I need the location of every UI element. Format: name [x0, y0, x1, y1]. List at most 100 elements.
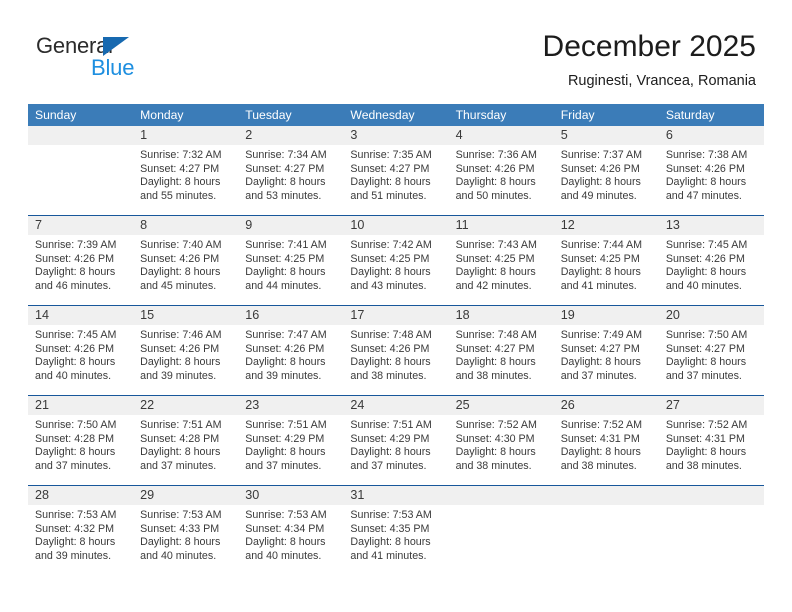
day-cell[interactable]: Sunrise: 7:34 AM Sunset: 4:27 PM Daylight:…	[238, 145, 343, 215]
day-cell[interactable]: Sunrise: 7:51 AM Sunset: 4:29 PM Daylight:…	[343, 415, 448, 485]
day-cell[interactable]: Sunrise: 7:50 AM Sunset: 4:28 PM Daylight:…	[28, 415, 133, 485]
day-cell[interactable]: Sunrise: 7:44 AM Sunset: 4:25 PM Daylight:…	[554, 235, 659, 305]
day-cell[interactable]: Sunrise: 7:35 AM Sunset: 4:27 PM Daylight:…	[343, 145, 448, 215]
day-detail-line: Sunrise: 7:44 AM	[560, 239, 643, 251]
day-detail-line: and 41 minutes.	[560, 279, 637, 292]
day-number[interactable]: 15	[133, 306, 238, 325]
day-cell[interactable]: Sunrise: 7:46 AM Sunset: 4:26 PM Daylight:…	[133, 325, 238, 395]
day-detail-line: Daylight: 8 hours	[35, 356, 116, 369]
day-number	[659, 486, 764, 505]
day-cell[interactable]: Sunrise: 7:45 AM Sunset: 4:26 PM Daylight:…	[659, 235, 764, 305]
day-cell[interactable]: Sunrise: 7:53 AM Sunset: 4:34 PM Daylight:…	[238, 505, 343, 575]
day-number[interactable]: 13	[659, 216, 764, 235]
day-number[interactable]: 18	[449, 306, 554, 325]
day-number[interactable]: 21	[28, 396, 133, 415]
day-number[interactable]: 7	[28, 216, 133, 235]
day-detail-line: Sunrise: 7:46 AM	[140, 329, 222, 341]
day-number[interactable]: 19	[554, 306, 659, 325]
day-detail-line: Sunrise: 7:52 AM	[455, 419, 537, 431]
calendar-week-row: 21 22 23 24 25 26 27 Sunrise: 7:50 AM Sunset: 4:…	[28, 395, 764, 485]
day-number[interactable]: 26	[554, 396, 659, 415]
day-cell[interactable]: Sunrise: 7:37 AM Sunset: 4:26 PM Daylight:…	[554, 145, 659, 215]
day-detail-line: Sunrise: 7:52 AM	[560, 419, 643, 431]
day-detail-line: Sunrise: 7:45 AM	[35, 329, 117, 341]
day-detail-line: Daylight: 8 hours	[665, 266, 747, 279]
calendar-week-row: 14 15 16 17 18 19 20 Sunrise: 7:45 AM Sunset: 4:…	[28, 305, 764, 395]
day-number[interactable]: 6	[659, 126, 764, 145]
day-detail-line: Sunset: 4:25 PM	[350, 252, 430, 265]
day-number[interactable]: 20	[659, 306, 764, 325]
day-cell[interactable]: Sunrise: 7:38 AM Sunset: 4:26 PM Daylight:…	[659, 145, 764, 215]
day-number[interactable]: 17	[343, 306, 448, 325]
day-cell[interactable]: Sunrise: 7:48 AM Sunset: 4:26 PM Daylight:…	[343, 325, 448, 395]
day-number[interactable]: 5	[554, 126, 659, 145]
day-detail-line: Sunset: 4:27 PM	[560, 342, 640, 355]
day-number[interactable]: 2	[238, 126, 343, 145]
day-detail-line: Sunrise: 7:49 AM	[560, 329, 643, 341]
day-detail-line: Sunrise: 7:51 AM	[350, 419, 432, 431]
day-number	[554, 486, 659, 505]
day-number	[28, 126, 133, 145]
day-number[interactable]: 28	[28, 486, 133, 505]
day-cell[interactable]: Sunrise: 7:39 AM Sunset: 4:26 PM Daylight:…	[28, 235, 133, 305]
day-cell[interactable]: Sunrise: 7:49 AM Sunset: 4:27 PM Daylight:…	[554, 325, 659, 395]
day-detail-line: Daylight: 8 hours	[455, 176, 536, 189]
week-day-numbers: 14 15 16 17 18 19 20	[28, 306, 764, 325]
day-detail-line: Daylight: 8 hours	[245, 356, 326, 369]
day-cell[interactable]: Sunrise: 7:53 AM Sunset: 4:32 PM Daylight:…	[28, 505, 133, 575]
day-number[interactable]: 29	[133, 486, 238, 505]
day-cell[interactable]: Sunrise: 7:40 AM Sunset: 4:26 PM Daylight:…	[133, 235, 238, 305]
day-detail-line: Sunrise: 7:50 AM	[665, 329, 748, 341]
day-cell[interactable]: Sunrise: 7:47 AM Sunset: 4:26 PM Daylight:…	[238, 325, 343, 395]
day-cell[interactable]: Sunrise: 7:52 AM Sunset: 4:30 PM Daylight:…	[449, 415, 554, 485]
calendar-weeks: 1 2 3 4 5 6 Sunrise: 7:32 AM Sunset: 4:27 PM Day…	[28, 126, 764, 575]
day-detail-line: Sunrise: 7:48 AM	[455, 329, 537, 341]
day-detail-line: and 38 minutes.	[665, 459, 742, 472]
day-cell[interactable]: Sunrise: 7:41 AM Sunset: 4:25 PM Daylight:…	[238, 235, 343, 305]
day-number[interactable]: 10	[343, 216, 448, 235]
day-number[interactable]: 30	[238, 486, 343, 505]
day-detail-line: Sunrise: 7:51 AM	[140, 419, 222, 431]
weekday-header-friday: Friday	[560, 108, 595, 122]
day-cell[interactable]: Sunrise: 7:53 AM Sunset: 4:33 PM Daylight:…	[133, 505, 238, 575]
day-cell[interactable]: Sunrise: 7:42 AM Sunset: 4:25 PM Daylight:…	[343, 235, 448, 305]
day-detail-line: Sunset: 4:34 PM	[245, 522, 325, 535]
brand-logo[interactable]: General Blue	[36, 33, 256, 83]
day-number[interactable]: 25	[449, 396, 554, 415]
day-detail-line: Sunset: 4:32 PM	[35, 522, 115, 535]
day-cell[interactable]: Sunrise: 7:36 AM Sunset: 4:26 PM Daylight:…	[449, 145, 554, 215]
day-detail-line: Sunrise: 7:32 AM	[140, 149, 222, 161]
day-cell[interactable]: Sunrise: 7:48 AM Sunset: 4:27 PM Daylight:…	[449, 325, 554, 395]
calendar-week-row: 1 2 3 4 5 6 Sunrise: 7:32 AM Sunset: 4:27 PM Day…	[28, 126, 764, 215]
day-number[interactable]: 23	[238, 396, 343, 415]
day-cell[interactable]: Sunrise: 7:51 AM Sunset: 4:28 PM Daylight:…	[133, 415, 238, 485]
day-detail-line: and 43 minutes.	[350, 279, 427, 292]
day-cell[interactable]: Sunrise: 7:51 AM Sunset: 4:29 PM Daylight:…	[238, 415, 343, 485]
day-number[interactable]: 16	[238, 306, 343, 325]
day-number[interactable]: 8	[133, 216, 238, 235]
day-cell[interactable]: Sunrise: 7:32 AM Sunset: 4:27 PM Daylight:…	[133, 145, 238, 215]
day-number[interactable]: 9	[238, 216, 343, 235]
day-cell[interactable]: Sunrise: 7:52 AM Sunset: 4:31 PM Daylight:…	[554, 415, 659, 485]
day-cell[interactable]: Sunrise: 7:45 AM Sunset: 4:26 PM Daylight:…	[28, 325, 133, 395]
day-number[interactable]: 1	[133, 126, 238, 145]
day-detail-line: Daylight: 8 hours	[350, 176, 431, 189]
day-number[interactable]: 22	[133, 396, 238, 415]
day-cell[interactable]: Sunrise: 7:53 AM Sunset: 4:35 PM Daylight:…	[343, 505, 448, 575]
day-number[interactable]: 14	[28, 306, 133, 325]
day-number[interactable]: 4	[449, 126, 554, 145]
day-cell[interactable]: Sunrise: 7:50 AM Sunset: 4:27 PM Daylight:…	[659, 325, 764, 395]
weekday-header-saturday: Saturday	[665, 108, 715, 122]
day-detail-line: Daylight: 8 hours	[350, 446, 431, 459]
day-number[interactable]: 11	[449, 216, 554, 235]
day-number[interactable]: 27	[659, 396, 764, 415]
day-number[interactable]: 3	[343, 126, 448, 145]
day-detail-line: Sunset: 4:26 PM	[245, 342, 325, 355]
day-cell[interactable]: Sunrise: 7:52 AM Sunset: 4:31 PM Daylight:…	[659, 415, 764, 485]
day-cell[interactable]: Sunrise: 7:43 AM Sunset: 4:25 PM Daylight:…	[449, 235, 554, 305]
day-detail-line: and 39 minutes.	[140, 369, 217, 382]
day-detail-line: Daylight: 8 hours	[245, 176, 326, 189]
day-number[interactable]: 31	[343, 486, 448, 505]
day-number[interactable]: 24	[343, 396, 448, 415]
day-number[interactable]: 12	[554, 216, 659, 235]
